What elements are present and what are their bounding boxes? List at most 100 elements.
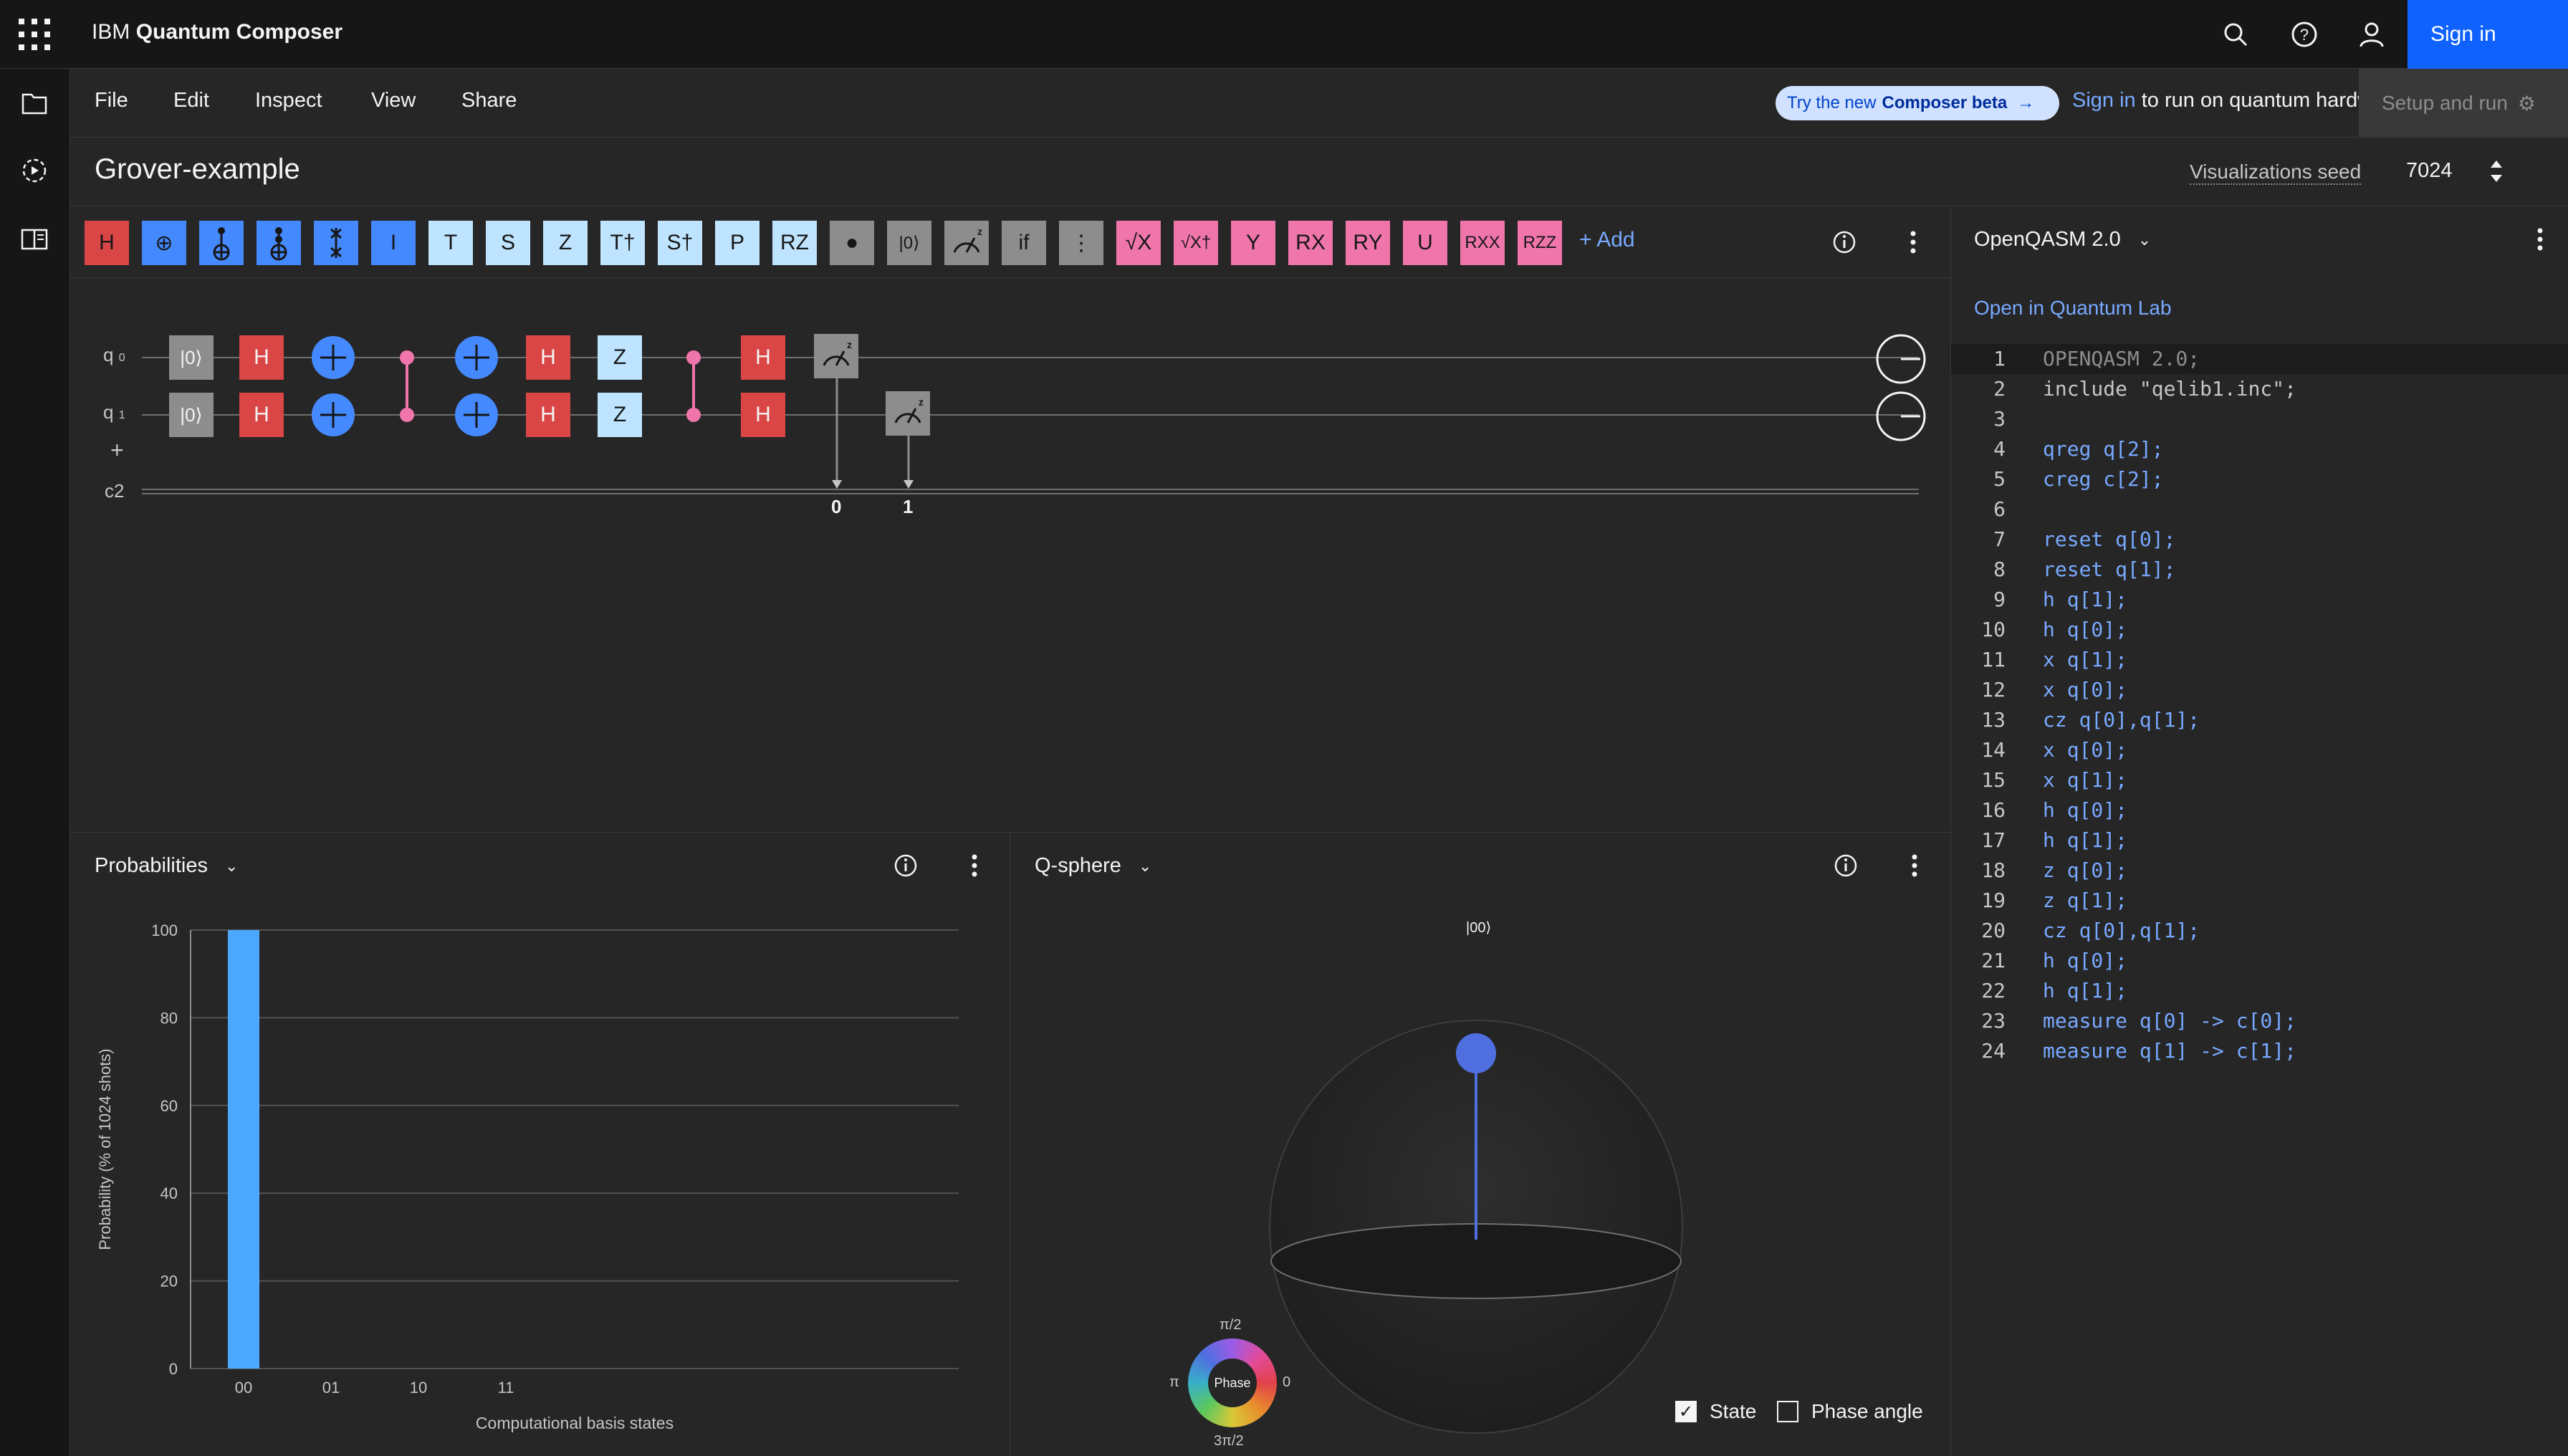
measure-gate[interactable]: z xyxy=(814,334,858,378)
code-line[interactable]: 17 h q[1]; xyxy=(1951,825,2568,856)
qubit-state-icon[interactable] xyxy=(1876,334,1926,388)
palette-gate[interactable]: RXX xyxy=(1460,221,1505,265)
palette-gate[interactable]: ● xyxy=(830,221,874,265)
state-checkbox[interactable]: ✓ xyxy=(1675,1401,1697,1422)
add-gate-button[interactable]: + Add xyxy=(1579,228,1635,252)
palette-gate[interactable]: RZ xyxy=(772,221,817,265)
code-line[interactable]: 9 h q[1]; xyxy=(1951,585,2568,615)
overflow-menu-icon[interactable] xyxy=(1897,226,1929,258)
jobs-icon[interactable] xyxy=(17,153,52,188)
code-line[interactable]: 16 h q[0]; xyxy=(1951,795,2568,825)
palette-gate[interactable]: RY xyxy=(1346,221,1390,265)
palette-gate[interactable]: √X† xyxy=(1174,221,1218,265)
h-gate[interactable]: H xyxy=(741,335,785,380)
measure-gate[interactable]: z xyxy=(886,391,930,436)
info-icon[interactable] xyxy=(1830,850,1862,881)
palette-gate[interactable]: Y xyxy=(1231,221,1275,265)
x-gate[interactable] xyxy=(454,393,499,437)
overflow-menu-icon[interactable] xyxy=(1899,850,1930,881)
palette-gate[interactable]: S† xyxy=(658,221,702,265)
code-editor[interactable]: 1 OPENQASM 2.0; 2 include "qelib1.inc"; 3 4 qr… xyxy=(1951,344,2568,1132)
search-icon[interactable] xyxy=(2217,16,2254,53)
code-line[interactable]: 11 x q[1]; xyxy=(1951,645,2568,675)
help-icon[interactable]: ? xyxy=(2286,16,2323,53)
signin-button[interactable]: Sign in xyxy=(2408,0,2568,69)
code-line[interactable]: 12 x q[0]; xyxy=(1951,675,2568,705)
qsphere-select[interactable]: Q-sphere ⌄ xyxy=(1035,854,1151,878)
phase-angle-checkbox[interactable] xyxy=(1777,1401,1798,1422)
palette-gate[interactable]: P xyxy=(715,221,760,265)
hardware-signin-link[interactable]: Sign in xyxy=(2072,89,2136,112)
h-gate[interactable]: H xyxy=(239,393,284,437)
menu-inspect[interactable]: Inspect xyxy=(255,89,322,112)
probabilities-select[interactable]: Probabilities ⌄ xyxy=(95,854,238,878)
palette-gate[interactable]: T xyxy=(428,221,473,265)
qubit-state-icon[interactable] xyxy=(1876,391,1926,445)
x-gate[interactable] xyxy=(311,393,355,437)
code-line[interactable]: 3 xyxy=(1951,404,2568,434)
info-icon[interactable] xyxy=(1829,226,1860,258)
code-line[interactable]: 13 cz q[0],q[1]; xyxy=(1951,705,2568,735)
menu-view[interactable]: View xyxy=(371,89,416,112)
circuit-title[interactable]: Grover-example xyxy=(95,153,300,186)
palette-gate[interactable]: z xyxy=(944,221,989,265)
x-gate[interactable] xyxy=(311,335,355,380)
code-line[interactable]: 15 x q[1]; xyxy=(1951,765,2568,795)
code-line[interactable]: 23 measure q[0] -> c[0]; xyxy=(1951,1006,2568,1036)
palette-gate[interactable]: ⊕ xyxy=(142,221,186,265)
code-line[interactable]: 2 include "qelib1.inc"; xyxy=(1951,374,2568,404)
code-line[interactable]: 20 cz q[0],q[1]; xyxy=(1951,916,2568,946)
palette-gate[interactable]: |0⟩ xyxy=(887,221,931,265)
palette-gate[interactable]: H xyxy=(85,221,129,265)
info-icon[interactable] xyxy=(890,850,921,881)
phase-angle-toggle[interactable]: Phase angle xyxy=(1777,1400,1923,1423)
language-select[interactable]: OpenQASM 2.0 ⌄ xyxy=(1974,228,2151,252)
reset-gate[interactable]: |0⟩ xyxy=(169,393,214,437)
app-switcher-icon[interactable] xyxy=(19,19,50,50)
user-icon[interactable] xyxy=(2353,16,2390,53)
h-gate[interactable]: H xyxy=(526,335,570,380)
seed-stepper-icon[interactable] xyxy=(2483,153,2509,189)
code-line[interactable]: 8 reset q[1]; xyxy=(1951,555,2568,585)
probability-bar[interactable] xyxy=(228,930,259,1369)
overflow-menu-icon[interactable] xyxy=(2524,224,2556,255)
reset-gate[interactable]: |0⟩ xyxy=(169,335,214,380)
palette-gate[interactable]: RX xyxy=(1288,221,1333,265)
palette-gate[interactable] xyxy=(257,221,301,265)
h-gate[interactable]: H xyxy=(239,335,284,380)
h-gate[interactable]: H xyxy=(741,393,785,437)
composer-beta-link[interactable]: Try the new Composer beta → xyxy=(1776,86,2059,120)
menu-edit[interactable]: Edit xyxy=(173,89,209,112)
folder-icon[interactable] xyxy=(17,86,52,120)
palette-gate[interactable]: Z xyxy=(543,221,588,265)
open-in-quantum-lab-link[interactable]: Open in Quantum Lab xyxy=(1974,297,2172,320)
code-line[interactable]: 5 creg c[2]; xyxy=(1951,464,2568,494)
palette-gate[interactable]: U xyxy=(1403,221,1447,265)
docs-icon[interactable] xyxy=(17,222,52,257)
circuit-canvas[interactable]: q 0 q 1 + c2 |0⟩ H H Z H z |0⟩ H H Z H z xyxy=(70,278,1950,833)
z-gate[interactable]: Z xyxy=(598,335,642,380)
code-line[interactable]: 14 x q[0]; xyxy=(1951,735,2568,765)
state-toggle[interactable]: ✓ State xyxy=(1675,1400,1756,1423)
x-gate[interactable] xyxy=(454,335,499,380)
palette-gate[interactable]: T† xyxy=(600,221,645,265)
menu-share[interactable]: Share xyxy=(461,89,517,112)
setup-and-run-button[interactable]: Setup and run ⚙ xyxy=(2359,69,2568,138)
menu-file[interactable]: File xyxy=(95,89,128,112)
code-line[interactable]: 1 OPENQASM 2.0; xyxy=(1951,344,2568,374)
code-line[interactable]: 21 h q[0]; xyxy=(1951,946,2568,976)
palette-gate[interactable]: √X xyxy=(1116,221,1161,265)
palette-gate[interactable] xyxy=(314,221,358,265)
code-line[interactable]: 10 h q[0]; xyxy=(1951,615,2568,645)
z-gate[interactable]: Z xyxy=(598,393,642,437)
code-line[interactable]: 7 reset q[0]; xyxy=(1951,525,2568,555)
palette-gate[interactable]: I xyxy=(371,221,416,265)
palette-gate[interactable]: RZZ xyxy=(1518,221,1562,265)
h-gate[interactable]: H xyxy=(526,393,570,437)
overflow-menu-icon[interactable] xyxy=(959,850,990,881)
code-line[interactable]: 18 z q[0]; xyxy=(1951,856,2568,886)
code-line[interactable]: 24 measure q[1] -> c[1]; xyxy=(1951,1036,2568,1066)
palette-gate[interactable]: S xyxy=(486,221,530,265)
seed-input[interactable]: 7024 xyxy=(2406,159,2453,183)
code-line[interactable]: 19 z q[1]; xyxy=(1951,886,2568,916)
